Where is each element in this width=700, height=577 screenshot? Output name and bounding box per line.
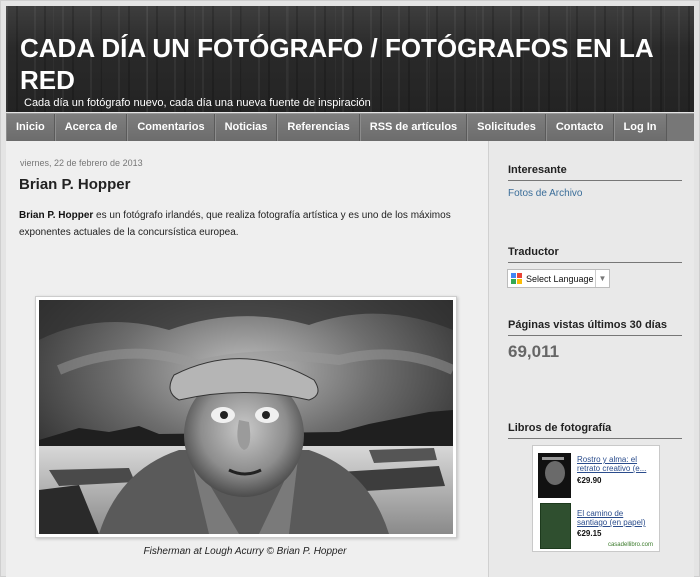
book-price-camino: €29.15 xyxy=(577,529,602,538)
post-body: Brian P. Hopper es un fotógrafo irlandés… xyxy=(19,207,474,241)
nav-item-acerca-de[interactable]: Acerca de xyxy=(54,114,128,141)
nav-item-referencias[interactable]: Referencias xyxy=(277,114,360,141)
pageviews-count: 69,011 xyxy=(508,342,560,361)
nav-item-solicitudes[interactable]: Solicitudes xyxy=(467,114,546,141)
post-photo-frame xyxy=(35,296,457,538)
sidebar: Interesante Fotos de Archivo Traductor S… xyxy=(489,141,694,577)
books-widget: Rostro y alma: el retrato creativo (e...… xyxy=(532,445,660,552)
main-content: viernes, 22 de febrero de 2013 Brian P. … xyxy=(6,141,489,577)
chevron-down-icon[interactable]: ▼ xyxy=(595,270,609,287)
blog-header: CADA DÍA UN FOTÓGRAFO / FOTÓGRAFOS EN LA… xyxy=(6,6,694,112)
book-title-camino[interactable]: El camino de santiago (en papel) xyxy=(577,509,655,527)
widget-title-pageviews: Páginas vistas últimos 30 días xyxy=(508,319,682,336)
nav-item-rss[interactable]: RSS de artículos xyxy=(359,114,468,141)
book-cover-camino[interactable] xyxy=(540,503,571,549)
site-description: Cada día un fotógrafo nuevo, cada día un… xyxy=(24,97,371,109)
fisherman-photo[interactable] xyxy=(39,300,453,534)
photo-caption: Fisherman at Lough Acurry © Brian P. Hop… xyxy=(143,546,347,557)
nav-item-noticias[interactable]: Noticias xyxy=(214,114,278,141)
post-title[interactable]: Brian P. Hopper xyxy=(19,176,130,193)
widget-title-libros: Libros de fotografía xyxy=(508,422,682,439)
casadellibro-logo[interactable]: casadellibro.com xyxy=(608,542,653,548)
google-icon xyxy=(511,273,522,284)
post-body-name: Brian P. Hopper xyxy=(19,210,94,221)
book-cover-rostro[interactable] xyxy=(538,453,571,498)
nav-bar: Inicio Acerca de Comentarios Noticias Re… xyxy=(6,113,694,142)
language-select-label: Select Language xyxy=(526,273,594,284)
book-price-rostro: €29.90 xyxy=(577,476,602,485)
fotos-de-archivo-link[interactable]: Fotos de Archivo xyxy=(508,188,582,199)
language-select[interactable]: Select Language ▼ xyxy=(507,269,610,288)
post-date: viernes, 22 de febrero de 2013 xyxy=(20,158,143,168)
site-title[interactable]: CADA DÍA UN FOTÓGRAFO / FOTÓGRAFOS EN LA… xyxy=(20,32,660,96)
nav-item-contacto[interactable]: Contacto xyxy=(545,114,614,141)
widget-title-traductor: Traductor xyxy=(508,246,682,263)
nav-item-inicio[interactable]: Inicio xyxy=(6,114,55,141)
nav-item-login[interactable]: Log In xyxy=(613,114,667,141)
nav-item-comentarios[interactable]: Comentarios xyxy=(127,114,215,141)
book-title-rostro[interactable]: Rostro y alma: el retrato creativo (e... xyxy=(577,455,655,473)
widget-title-interesante: Interesante xyxy=(508,164,682,181)
